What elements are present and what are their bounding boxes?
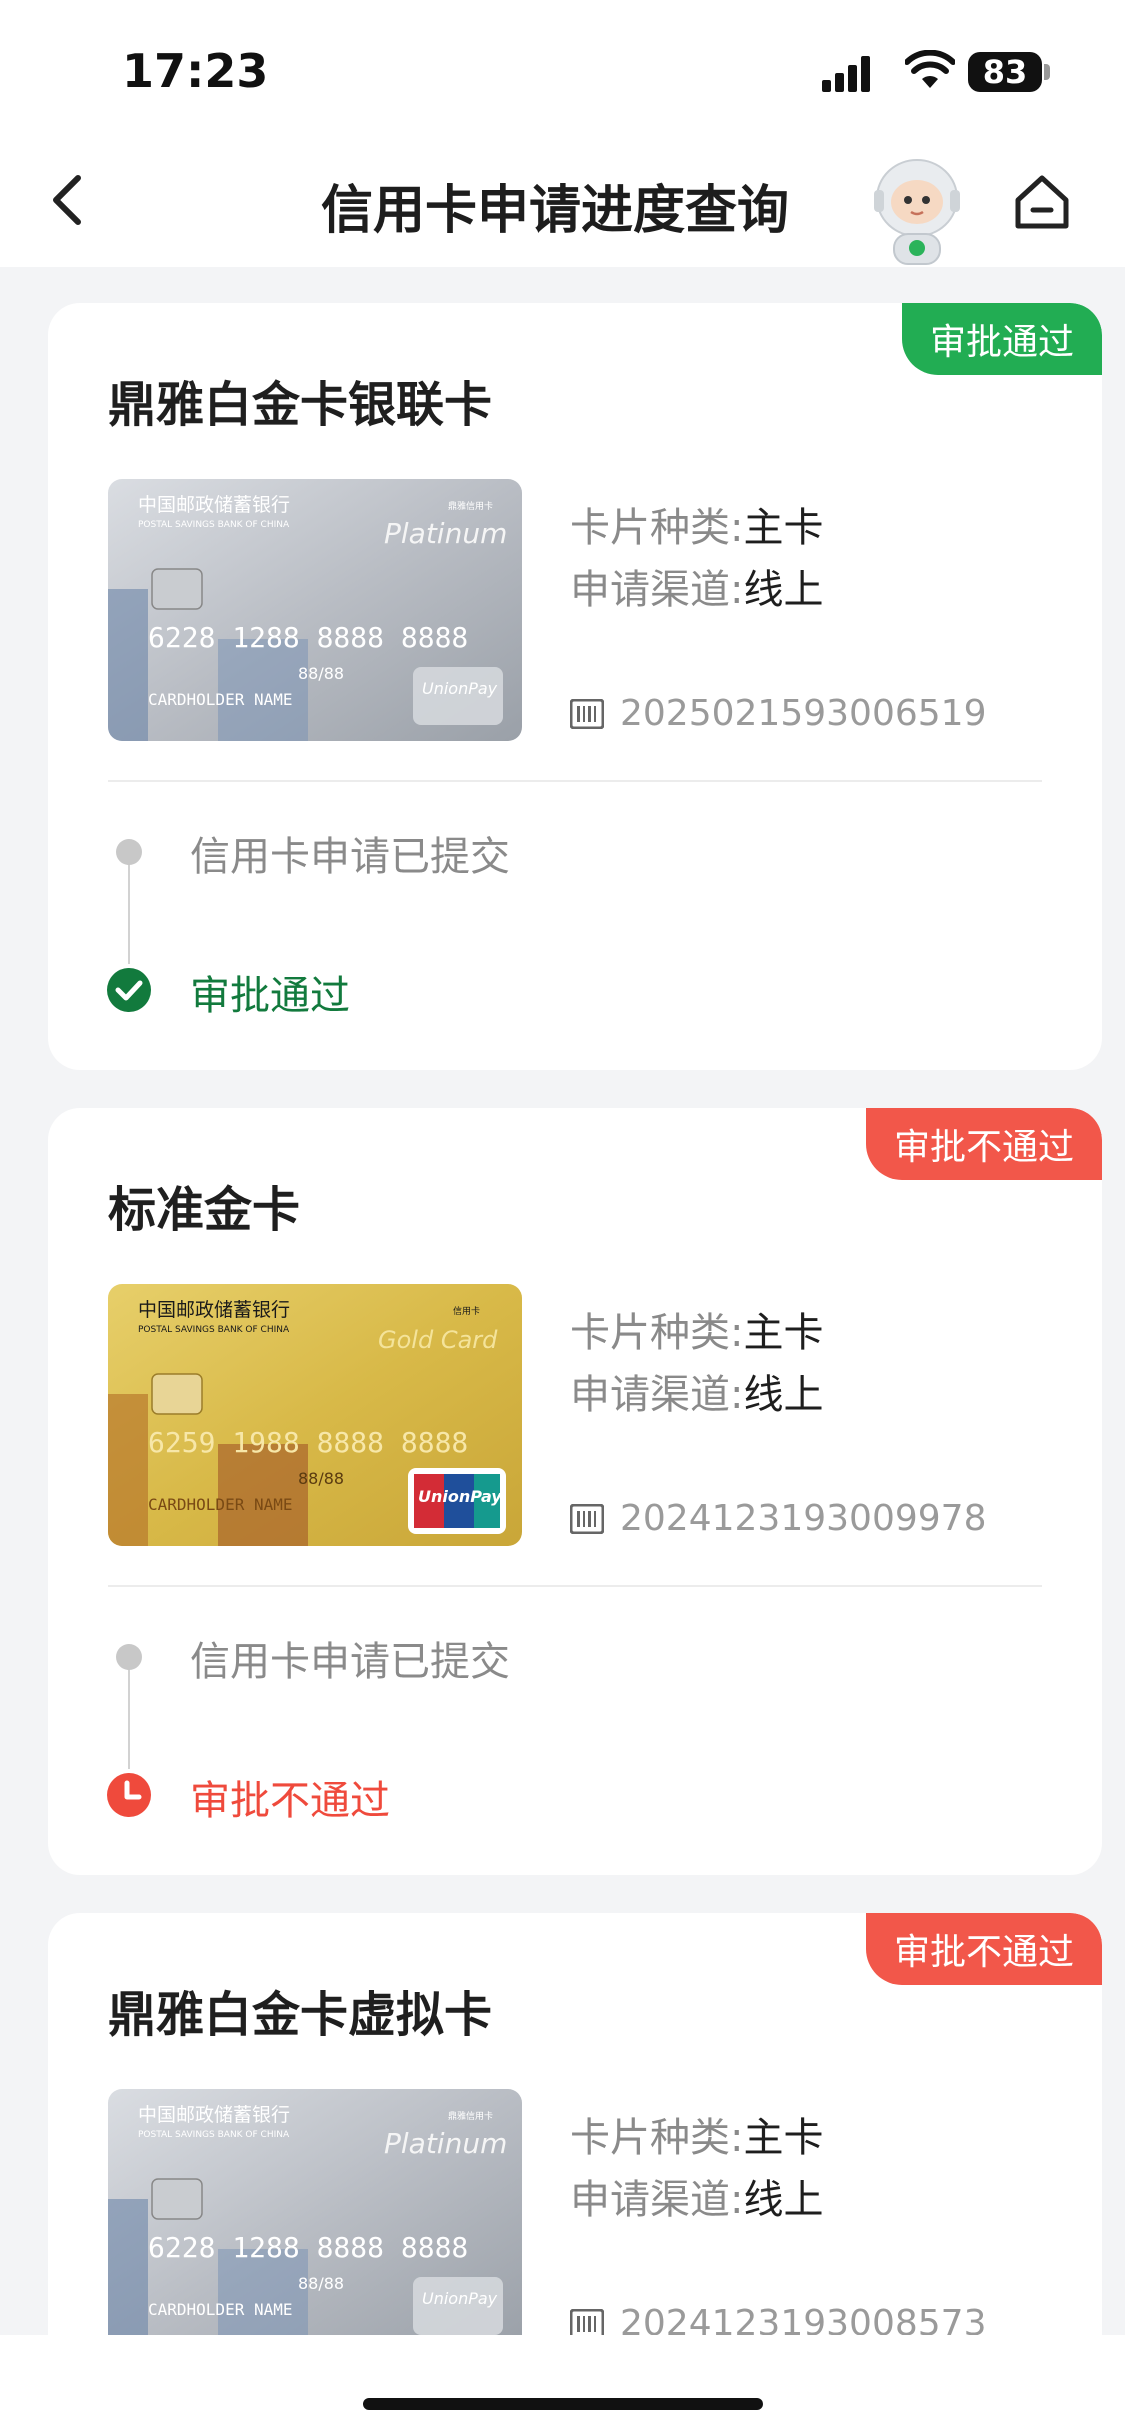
card-type-label: 卡片种类:	[570, 505, 744, 551]
card-bank-en: POSTAL SAVINGS BANK OF CHINA	[138, 2130, 290, 2140]
back-chevron-icon[interactable]	[40, 170, 100, 230]
card-product-name: 鼎雅白金卡银联卡	[108, 377, 493, 433]
card-holder: CARDHOLDER NAME	[148, 1495, 293, 1514]
card-tag: 鼎雅信用卡	[448, 500, 493, 512]
card-type-value: 主卡	[743, 2115, 824, 2161]
card-image: 中国邮政储蓄银行 POSTAL SAVINGS BANK OF CHINA 鼎雅…	[108, 2089, 522, 2351]
card-number: 6228 1288 8888 8888	[148, 2231, 468, 2264]
card-type-label: 卡片种类:	[570, 1310, 744, 1356]
barcode-icon	[570, 1503, 604, 1534]
channel-row: 申请渠道:线上	[570, 2167, 823, 2225]
application-number-text: 2025021593006519	[620, 693, 987, 734]
timeline-dot	[116, 1644, 142, 1670]
card-brand: UnionPay	[422, 2289, 498, 2308]
card-type-row: 卡片种类:主卡	[570, 2105, 823, 2163]
card-series: Platinum	[384, 2127, 507, 2160]
clock-icon	[107, 1773, 151, 1817]
application-number-text: 2024123193009978	[620, 1498, 987, 1539]
card-number: 6259 1988 8888 8888	[148, 1426, 468, 1459]
timeline-step-submitted: 信用卡申请已提交	[190, 834, 510, 880]
channel-value: 线上	[743, 567, 824, 613]
card-image: 中国邮政储蓄银行 POSTAL SAVINGS BANK OF CHINA 信用…	[108, 1284, 522, 1546]
card-bank-cn: 中国邮政储蓄银行	[138, 494, 290, 516]
mascot-icon[interactable]	[868, 148, 966, 268]
card-number: 6228 1288 8888 8888	[148, 621, 468, 654]
card-tag: 鼎雅信用卡	[448, 2110, 493, 2122]
card-brand: UnionPay	[418, 1487, 502, 1506]
barcode-icon	[570, 698, 604, 729]
card-series: Platinum	[384, 517, 507, 550]
card-product-name: 鼎雅白金卡虚拟卡	[108, 1987, 493, 2043]
card-product-name: 标准金卡	[108, 1182, 301, 1238]
barcode-icon	[570, 2308, 604, 2339]
card-type-value: 主卡	[743, 1310, 824, 1356]
card-holder: CARDHOLDER NAME	[148, 2300, 293, 2319]
home-indicator[interactable]	[363, 2398, 763, 2410]
status-bar: 17:23 83	[0, 0, 1125, 130]
application-number: 2025021593006519	[570, 693, 986, 734]
status-badge: 审批不通过	[865, 1108, 1102, 1180]
card-type-row: 卡片种类:主卡	[570, 1300, 823, 1358]
wifi-icon	[905, 50, 955, 88]
card-type-row: 卡片种类:主卡	[570, 495, 823, 553]
application-number: 2024123193009978	[570, 1498, 986, 1539]
battery-cap	[1044, 64, 1050, 80]
card-expiry: 88/88	[298, 664, 344, 683]
divider	[108, 1585, 1042, 1587]
page-title: 信用卡申请进度查询	[320, 181, 789, 241]
card-type-value: 主卡	[743, 505, 824, 551]
card-bank-en: POSTAL SAVINGS BANK OF CHINA	[138, 520, 290, 530]
battery-indicator: 83	[968, 52, 1042, 92]
card-brand: UnionPay	[422, 679, 498, 698]
timeline-step-result: 审批不通过	[190, 1778, 390, 1824]
channel-label: 申请渠道:	[570, 567, 744, 613]
card-bank-cn: 中国邮政储蓄银行	[138, 2104, 290, 2126]
card-image: 中国邮政储蓄银行 POSTAL SAVINGS BANK OF CHINA 鼎雅…	[108, 479, 522, 741]
navigation-bar: 信用卡申请进度查询	[0, 130, 1125, 267]
status-badge: 审批通过	[901, 303, 1102, 375]
card-expiry: 88/88	[298, 2274, 344, 2293]
application-card[interactable]: 审批不通过 鼎雅白金卡虚拟卡 中国邮政储蓄银行 POSTAL SAVINGS B…	[48, 1913, 1102, 2393]
home-icon[interactable]	[1010, 170, 1074, 234]
status-time: 17:23	[122, 44, 269, 98]
timeline-step-submitted: 信用卡申请已提交	[190, 1639, 510, 1685]
status-badge: 审批不通过	[865, 1913, 1102, 1985]
channel-row: 申请渠道:线上	[570, 1362, 823, 1420]
card-bank-en: POSTAL SAVINGS BANK OF CHINA	[138, 1325, 290, 1335]
timeline-line	[128, 854, 130, 964]
card-tag: 信用卡	[453, 1305, 480, 1317]
channel-label: 申请渠道:	[570, 1372, 744, 1418]
card-bank-cn: 中国邮政储蓄银行	[138, 1299, 290, 1321]
timeline-dot	[116, 839, 142, 865]
check-circle-icon	[107, 968, 151, 1012]
application-card[interactable]: 审批不通过 标准金卡 中国邮政储蓄银行 POSTAL SAVINGS BANK …	[48, 1108, 1102, 1875]
timeline-step-result: 审批通过	[190, 973, 350, 1019]
channel-row: 申请渠道:线上	[570, 557, 823, 615]
application-card[interactable]: 审批通过 鼎雅白金卡银联卡 中国邮政储蓄银行 POSTAL SAVINGS BA…	[48, 303, 1102, 1070]
bottom-safe-area	[0, 2335, 1125, 2435]
channel-value: 线上	[743, 1372, 824, 1418]
card-type-label: 卡片种类:	[570, 2115, 744, 2161]
signal-icon	[822, 56, 870, 92]
channel-value: 线上	[743, 2177, 824, 2223]
divider	[108, 780, 1042, 782]
card-series: Gold Card	[378, 1326, 498, 1354]
card-expiry: 88/88	[298, 1469, 344, 1488]
channel-label: 申请渠道:	[570, 2177, 744, 2223]
timeline-line	[128, 1659, 130, 1769]
card-holder: CARDHOLDER NAME	[148, 690, 293, 709]
